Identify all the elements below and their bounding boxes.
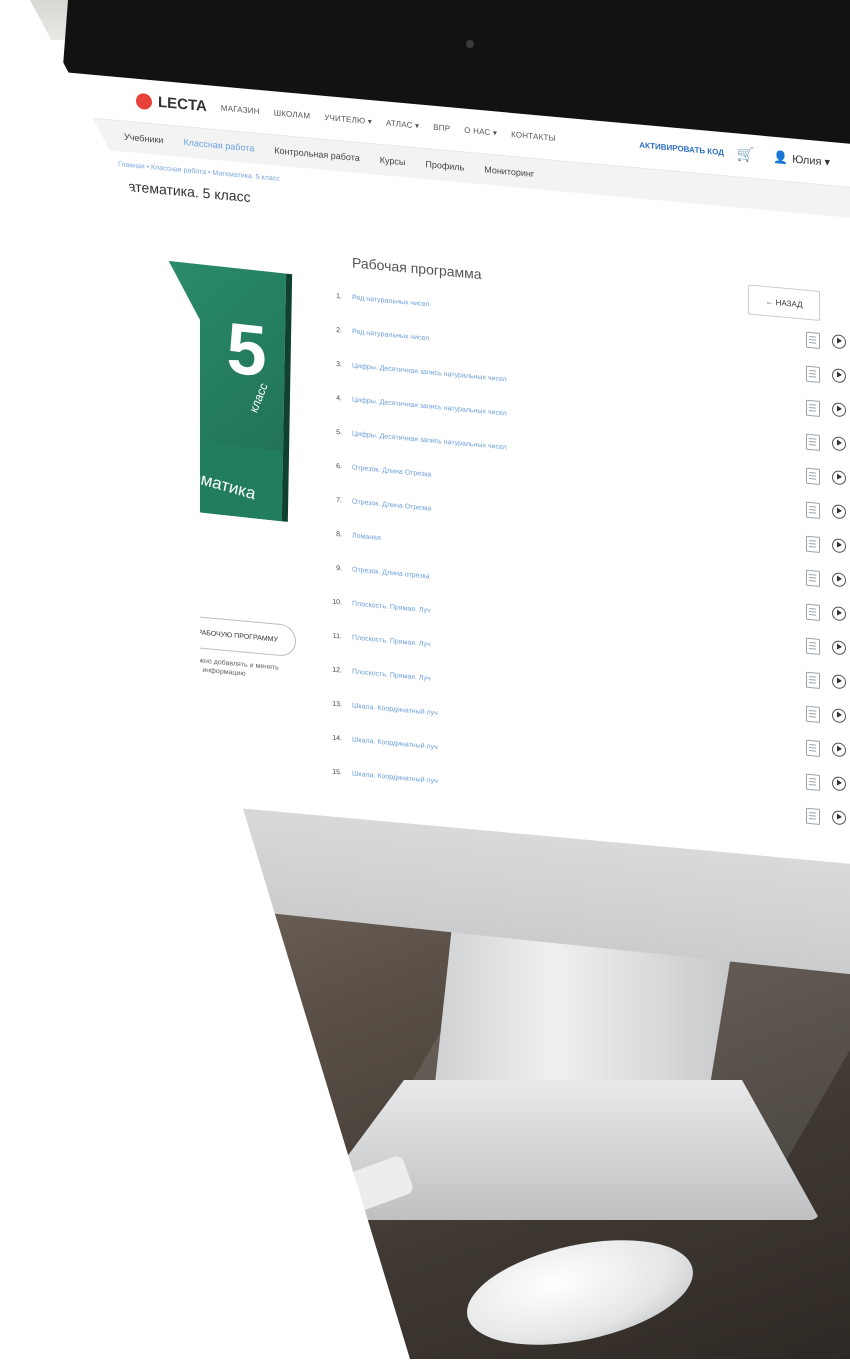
cover-grade-number: 5 xyxy=(226,308,268,393)
back-button[interactable]: ← НАЗАД xyxy=(748,284,820,321)
tab-courses[interactable]: Курсы xyxy=(380,155,406,167)
lesson-link[interactable]: Ряд натуральных чисел xyxy=(352,294,429,308)
lesson-link[interactable]: Плоскость. Прямая. Луч xyxy=(352,668,431,682)
lesson-number: 9. xyxy=(336,564,342,572)
lesson-number: 13. xyxy=(332,700,342,708)
lesson-number: 3. xyxy=(336,360,342,368)
tab-textbooks[interactable]: Учебники xyxy=(124,132,163,146)
cart-icon[interactable]: 🛒 xyxy=(737,145,754,164)
nav-item-atlas[interactable]: АТЛАС ▾ xyxy=(386,118,419,130)
tab-classwork[interactable]: Классная работа xyxy=(183,137,254,153)
lesson-link[interactable]: Ряд натуральных чисел xyxy=(352,328,429,342)
camera-icon xyxy=(466,40,474,48)
tab-tests[interactable]: Контрольная работа xyxy=(274,145,359,163)
document-icon[interactable] xyxy=(806,399,820,417)
play-icon[interactable] xyxy=(832,470,846,486)
document-icon[interactable] xyxy=(806,773,820,791)
lesson-link[interactable]: Отрезок. Длина Отрезка xyxy=(352,464,431,478)
lesson-link[interactable]: Шкала. Координатный луч xyxy=(352,770,438,785)
document-icon[interactable] xyxy=(806,739,820,757)
document-icon[interactable] xyxy=(806,501,820,519)
activate-code-link[interactable]: АКТИВИРОВАТЬ КОД xyxy=(639,141,724,158)
play-icon[interactable] xyxy=(832,334,846,350)
document-icon[interactable] xyxy=(806,467,820,485)
document-icon[interactable] xyxy=(806,671,820,689)
lesson-number: 12. xyxy=(332,666,342,674)
nav-item-teacher[interactable]: УЧИТЕЛЮ ▾ xyxy=(324,113,372,126)
lesson-link[interactable]: Цифры. Десятичная запись натуральных чис… xyxy=(352,396,507,417)
lesson-number: 10. xyxy=(332,598,342,606)
user-menu[interactable]: 👤 Юлия ▾ xyxy=(773,150,830,169)
document-icon[interactable] xyxy=(806,535,820,553)
logo-text: LECTA xyxy=(158,93,207,116)
play-icon[interactable] xyxy=(832,640,846,656)
document-icon[interactable] xyxy=(806,637,820,655)
nav-item-contacts[interactable]: КОНТАКТЫ xyxy=(511,130,556,143)
tab-monitoring[interactable]: Мониторинг xyxy=(484,164,534,179)
play-icon[interactable] xyxy=(832,708,846,724)
play-icon[interactable] xyxy=(832,776,846,792)
lesson-number: 8. xyxy=(336,530,342,538)
document-icon[interactable] xyxy=(806,365,820,383)
nav-item-vpr[interactable]: ВПР xyxy=(433,123,450,134)
lesson-number: 5. xyxy=(336,428,342,436)
nav-item-about[interactable]: О НАС ▾ xyxy=(464,126,497,138)
document-icon[interactable] xyxy=(806,705,820,723)
lesson-number: 4. xyxy=(336,394,342,402)
play-icon[interactable] xyxy=(832,504,846,520)
lesson-number: 11. xyxy=(332,632,342,640)
lesson-number: 14. xyxy=(332,734,342,742)
play-icon[interactable] xyxy=(832,674,846,690)
play-icon[interactable] xyxy=(832,606,846,622)
lecta-logo-icon xyxy=(136,92,152,110)
nav-item-schools[interactable]: ШКОЛАМ xyxy=(274,108,311,120)
tab-profile[interactable]: Профиль xyxy=(425,159,464,173)
play-icon[interactable] xyxy=(832,368,846,384)
lesson-link[interactable]: Шкала. Координатный луч xyxy=(352,702,438,717)
program-title: Рабочая программа xyxy=(352,254,482,283)
document-icon[interactable] xyxy=(806,603,820,621)
lesson-link[interactable]: Отрезок. Длина Отрезка xyxy=(352,498,431,512)
play-icon[interactable] xyxy=(832,436,846,452)
lesson-link[interactable]: Цифры. Десятичная запись натуральных чис… xyxy=(352,430,507,451)
lesson-number: 7. xyxy=(336,496,342,504)
lesson-link[interactable]: Плоскость. Прямая. Луч xyxy=(352,600,431,614)
user-icon: 👤 xyxy=(773,149,789,166)
site-logo[interactable]: LECTA xyxy=(136,92,207,115)
lesson-link[interactable]: Ломаная xyxy=(352,532,381,542)
lesson-number: 15. xyxy=(332,768,342,776)
lesson-link[interactable]: Цифры. Десятичная запись натуральных чис… xyxy=(352,362,507,383)
lesson-link[interactable]: Шкала. Координатный луч xyxy=(352,736,438,751)
play-icon[interactable] xyxy=(832,572,846,588)
play-icon[interactable] xyxy=(832,810,846,826)
lesson-list: 1. Ряд натуральных чисел 2. Ряд натуральных… xyxy=(320,277,846,834)
play-icon[interactable] xyxy=(832,742,846,758)
play-icon[interactable] xyxy=(832,402,846,418)
document-icon[interactable] xyxy=(806,569,820,587)
document-icon[interactable] xyxy=(806,331,820,349)
lesson-link[interactable]: Отрезок. Длина отрезка xyxy=(352,566,430,580)
nav-item-shop[interactable]: МАГАЗИН xyxy=(221,103,260,116)
document-icon[interactable] xyxy=(806,433,820,451)
user-name: Юлия ▾ xyxy=(792,152,830,169)
play-icon[interactable] xyxy=(832,538,846,554)
document-icon[interactable] xyxy=(806,807,820,825)
lesson-number: 6. xyxy=(336,462,342,470)
lesson-number: 2. xyxy=(336,326,342,334)
apple-logo-icon xyxy=(376,818,424,878)
lesson-number: 1. xyxy=(336,292,342,300)
lesson-link[interactable]: Плоскость. Прямая. Луч xyxy=(352,634,431,648)
